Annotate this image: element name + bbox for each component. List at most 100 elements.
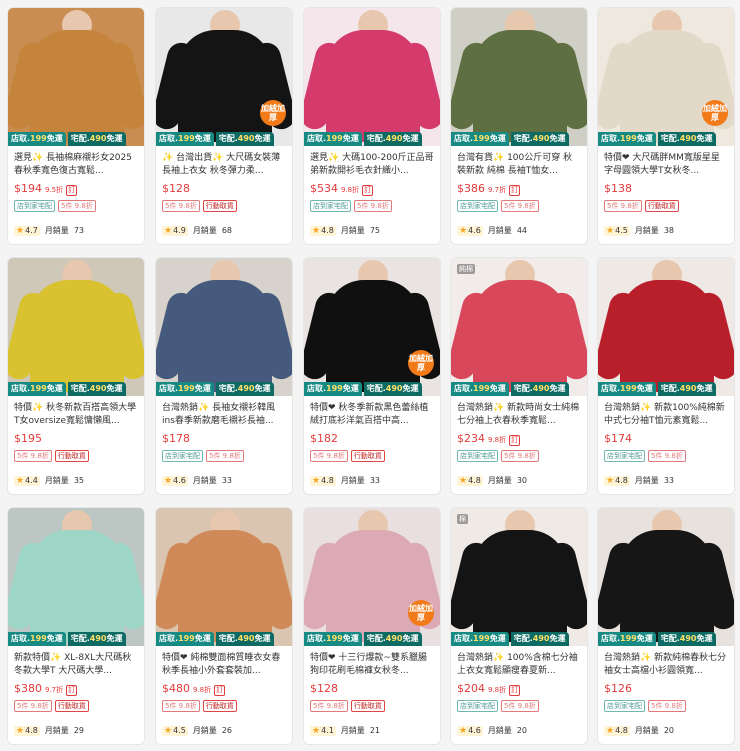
product-image[interactable]: 店取.199免運 宅配.490免運 — [598, 508, 734, 646]
product-card[interactable]: 店取.199免運 宅配.490免運 台灣熱銷✨ 新款純棉春秋七分袖女士高檔小衫圓… — [597, 507, 735, 745]
coupon-icon: 訂 — [214, 685, 226, 696]
product-image[interactable]: 店取.199免運 宅配.490免運 — [8, 8, 144, 146]
product-title[interactable]: 台灣熱銷✨ 新款純棉春秋七分袖女士高檔小衫圓領寬... — [604, 652, 728, 678]
monthly-sales-count: 33 — [663, 476, 674, 485]
monthly-sales-label: 月銷量 — [44, 726, 69, 735]
garment-shape — [620, 530, 714, 642]
product-card[interactable]: 店取.199免運 宅配.490免運 特價✨ 秋冬新款百搭高領大學T女oversi… — [7, 257, 145, 495]
product-image[interactable]: 店取.199免運 宅配.490免運 — [451, 8, 587, 146]
discount-label: 9.7折 — [45, 686, 64, 694]
product-image[interactable]: 加絨加厚 店取.199免運 宅配.490免運 — [304, 258, 440, 396]
product-card[interactable]: 店取.199免運 宅配.490免運 特價❤ 純棉雙面棉質睡衣女春秋季長袖小外套套… — [155, 507, 293, 745]
product-image[interactable]: 加絨加厚 店取.199免運 宅配.490免運 — [304, 508, 440, 646]
warm-fleece-badge: 加絨加厚 — [408, 350, 434, 376]
promo-badge: 5件 9.8折 — [648, 700, 686, 712]
product-image[interactable]: 店取.199免運 宅配.490免運 — [8, 508, 144, 646]
promo-badge: 店到家宅配 — [14, 200, 55, 212]
product-image[interactable]: 加絨加厚 店取.199免運 宅配.490免運 — [156, 8, 292, 146]
price: $182 — [310, 432, 338, 445]
warm-fleece-badge: 加絨加厚 — [702, 100, 728, 126]
price-row: $480 9.8折 訂 — [162, 682, 286, 696]
price-row: $178 — [162, 432, 286, 446]
rating-badge: ★ 4.7 — [14, 225, 40, 236]
product-title[interactable]: 特價❤ 秋冬季新款黑色蕾絲植絨打底衫洋氣百搭中高... — [310, 402, 434, 428]
price: $380 — [14, 682, 42, 695]
product-image[interactable]: 棉 店取.199免運 宅配.490免運 — [451, 508, 587, 646]
product-image[interactable]: 店取.199免運 宅配.490免運 — [304, 8, 440, 146]
product-meta: ★ 4.5 月銷量 26 — [162, 725, 232, 736]
product-card[interactable]: 店取.199免運 宅配.490免運 選見✨ 大碼100-200斤正品哥弟新款開衫… — [303, 7, 441, 245]
product-image[interactable]: 純棉 店取.199免運 宅配.490免運 — [451, 258, 587, 396]
garment-shape — [473, 280, 567, 392]
product-card[interactable]: 加絨加厚 店取.199免運 宅配.490免運 特價❤ 秋冬季新款黑色蕾絲植絨打底… — [303, 257, 441, 495]
price-row: $174 — [604, 432, 728, 446]
product-title[interactable]: 台灣熱銷✨ 長袖女襯衫韓風ins春季新款磨毛襯衫長袖... — [162, 402, 286, 428]
product-title[interactable]: 特價❤ 十三行爆款~雙系臘腸狗印花刷毛棉褲女秋冬... — [310, 652, 434, 678]
home-delivery-tag: 宅配.490免運 — [67, 382, 126, 396]
star-icon: ★ — [459, 475, 468, 486]
product-title[interactable]: 台灣熱銷✨ 新款時尚女士純棉七分袖上衣春秋季寬鬆... — [457, 402, 581, 428]
product-title[interactable]: 特價✨ 秋冬新款百搭高領大學T女oversize寬鬆慵懶風... — [14, 402, 138, 428]
product-image[interactable]: 店取.199免運 宅配.490免運 — [8, 258, 144, 396]
promo-badge: 5件 9.8折 — [648, 450, 686, 462]
promo-badge: 5件 9.8折 — [310, 700, 348, 712]
discount-label: 9.5折 — [45, 186, 64, 194]
product-card[interactable]: 店取.199免運 宅配.490免運 台灣熱銷✨ 長袖女襯衫韓風ins春季新款磨毛… — [155, 257, 293, 495]
promo-badges: 5件 9.8折 行動取貨 — [162, 700, 286, 712]
promo-badges: 店到家宅配 5件 9.8折 — [162, 450, 286, 462]
monthly-sales-count: 21 — [369, 726, 380, 735]
product-title[interactable]: 台灣有貨✨ 100公斤可穿 秋裝新款 純棉 長袖T恤女... — [457, 152, 581, 178]
star-icon: ★ — [606, 725, 615, 736]
price: $174 — [604, 432, 632, 445]
garment-shape — [620, 280, 714, 392]
product-meta: ★ 4.8 月銷量 29 — [14, 725, 84, 736]
rating-badge: ★ 4.5 — [604, 225, 630, 236]
product-card[interactable]: 棉 店取.199免運 宅配.490免運 台灣熱銷✨ 100%含棉七分袖上衣女寬鬆… — [450, 507, 588, 745]
home-delivery-tag: 宅配.490免運 — [657, 632, 716, 646]
product-card[interactable]: 店取.199免運 宅配.490免運 台灣有貨✨ 100公斤可穿 秋裝新款 純棉 … — [450, 7, 588, 245]
product-card[interactable]: 店取.199免運 宅配.490免運 選見✨ 長袖棉麻襯衫女2025春秋季寬色復古… — [7, 7, 145, 245]
store-pickup-tag: 店取.199免運 — [598, 382, 656, 396]
shipping-ribbon: 店取.199免運 宅配.490免運 — [304, 632, 422, 646]
garment-shape — [178, 530, 272, 642]
home-delivery-tag: 宅配.490免運 — [215, 632, 274, 646]
product-title[interactable]: 選見✨ 大碼100-200斤正品哥弟新款開衫毛衣針織小... — [310, 152, 434, 178]
monthly-sales-count: 38 — [663, 226, 674, 235]
promo-badge: 店到家宅配 — [457, 200, 498, 212]
home-delivery-tag: 宅配.490免運 — [67, 132, 126, 146]
product-title[interactable]: 特價❤ 大尺碼胖MM寬版星星字母圓領大學T女秋冬... — [604, 152, 728, 178]
product-title[interactable]: 選見✨ 長袖棉麻襯衫女2025春秋季寬色復古寬鬆... — [14, 152, 138, 178]
monthly-sales-label: 月銷量 — [487, 476, 512, 485]
promo-badge: 店到家宅配 — [457, 700, 498, 712]
product-title[interactable]: 台灣熱銷✨ 新款100%純棉新中式七分袖T恤元素寬鬆... — [604, 402, 728, 428]
product-image[interactable]: 店取.199免運 宅配.490免運 — [598, 258, 734, 396]
shipping-ribbon: 店取.199免運 宅配.490免運 — [598, 632, 716, 646]
price-row: $128 — [162, 182, 286, 196]
product-title[interactable]: 台灣熱銷✨ 100%含棉七分袖上衣女寬鬆顯瘦春夏新... — [457, 652, 581, 678]
promo-badges: 5件 9.8折 行動取貨 — [162, 200, 286, 212]
promo-badge: 5件 9.8折 — [14, 450, 52, 462]
product-title[interactable]: 特價❤ 純棉雙面棉質睡衣女春秋季長袖小外套套裝加... — [162, 652, 286, 678]
home-delivery-tag: 宅配.490免運 — [657, 382, 716, 396]
home-delivery-tag: 宅配.490免運 — [657, 132, 716, 146]
product-title[interactable]: 新款特價✨ XL-8XL大尺碼秋冬款大學T 大尺碼大學... — [14, 652, 138, 678]
product-image[interactable]: 店取.199免運 宅配.490免運 — [156, 508, 292, 646]
product-card[interactable]: 店取.199免運 宅配.490免運 台灣熱銷✨ 新款100%純棉新中式七分袖T恤… — [597, 257, 735, 495]
shipping-ribbon: 店取.199免運 宅配.490免運 — [156, 632, 274, 646]
monthly-sales-count: 20 — [663, 726, 674, 735]
product-title[interactable]: ✨ 台灣出貨✨ 大尺碼女裝薄長袖上衣女 秋冬彈力柔... — [162, 152, 286, 178]
monthly-sales-count: 33 — [369, 476, 380, 485]
product-card[interactable]: 加絨加厚 店取.199免運 宅配.490免運 特價❤ 大尺碼胖MM寬版星星字母圓… — [597, 7, 735, 245]
monthly-sales-count: 68 — [221, 226, 232, 235]
material-tag: 純棉 — [457, 264, 475, 274]
product-card[interactable]: 加絨加厚 店取.199免運 宅配.490免運 特價❤ 十三行爆款~雙系臘腸狗印花… — [303, 507, 441, 745]
price-row: $195 — [14, 432, 138, 446]
product-card[interactable]: 純棉 店取.199免運 宅配.490免運 台灣熱銷✨ 新款時尚女士純棉七分袖上衣… — [450, 257, 588, 495]
discount-label: 9.8折 — [193, 686, 212, 694]
shipping-ribbon: 店取.199免運 宅配.490免運 — [156, 382, 274, 396]
product-card[interactable]: 加絨加厚 店取.199免運 宅配.490免運 ✨ 台灣出貨✨ 大尺碼女裝薄長袖上… — [155, 7, 293, 245]
product-image[interactable]: 加絨加厚 店取.199免運 宅配.490免運 — [598, 8, 734, 146]
product-card[interactable]: 店取.199免運 宅配.490免運 新款特價✨ XL-8XL大尺碼秋冬款大學T … — [7, 507, 145, 745]
promo-badge: 店到家宅配 — [162, 450, 203, 462]
product-image[interactable]: 店取.199免運 宅配.490免運 — [156, 258, 292, 396]
